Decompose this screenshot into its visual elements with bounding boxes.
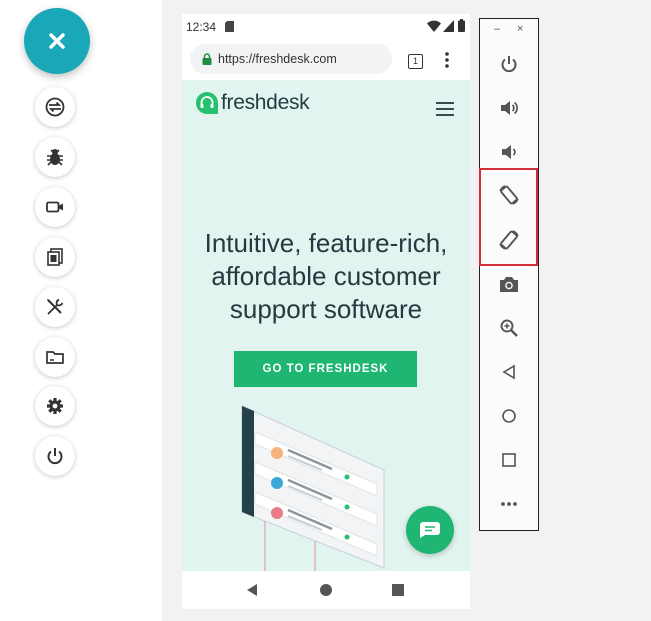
power-button[interactable] <box>35 436 75 476</box>
freshdesk-logo[interactable]: freshdesk <box>196 91 310 115</box>
close-button[interactable] <box>24 8 90 74</box>
power-icon <box>47 448 63 465</box>
bug-icon <box>47 149 63 166</box>
product-illustration <box>241 405 385 571</box>
browser-menu-icon[interactable] <box>445 52 449 68</box>
emulator-control-panel: – × <box>479 18 539 531</box>
file-manager-button[interactable] <box>35 337 75 377</box>
rotate-left-icon <box>499 185 519 205</box>
rotate-right-button[interactable] <box>494 225 524 255</box>
home-button[interactable] <box>494 401 524 431</box>
tool-sidebar <box>0 0 162 621</box>
overview-button[interactable] <box>494 445 524 475</box>
rotate-left-button[interactable] <box>494 180 524 210</box>
headline: Intuitive, feature-rich, affordable cust… <box>182 227 470 326</box>
chat-icon <box>420 522 440 538</box>
screenshot-button[interactable] <box>494 269 524 299</box>
battery-icon <box>458 19 465 32</box>
url-text: https://freshdesk.com <box>218 52 337 66</box>
nav-home-icon[interactable] <box>317 581 335 599</box>
volume-down-icon <box>502 145 516 159</box>
headline-line-1: Intuitive, feature-rich, <box>204 228 448 258</box>
status-bar: 12:34 <box>182 14 470 42</box>
status-time: 12:34 <box>186 20 217 34</box>
volume-up-button[interactable] <box>494 93 524 123</box>
brand-name: freshdesk <box>221 91 310 114</box>
overview-icon <box>502 453 516 467</box>
folder-icon <box>46 351 64 364</box>
power-icon <box>501 56 517 73</box>
lock-icon <box>202 53 212 65</box>
screen-mirror-icon <box>45 97 65 117</box>
headline-line-3: support software <box>229 294 423 324</box>
settings-button[interactable] <box>35 386 75 426</box>
zoom-icon <box>500 319 518 337</box>
record-video-button[interactable] <box>35 187 75 227</box>
close-icon <box>49 33 65 49</box>
rotate-right-icon <box>499 230 519 250</box>
hamburger-menu-icon[interactable] <box>436 102 454 116</box>
web-page: freshdesk Intuitive, feature-rich, affor… <box>182 80 470 571</box>
wifi-icon <box>427 20 441 32</box>
power-button[interactable] <box>494 49 524 79</box>
back-button[interactable] <box>494 357 524 387</box>
volume-up-icon <box>501 101 519 115</box>
android-nav-bar <box>182 571 470 609</box>
bug-report-button[interactable] <box>35 137 75 177</box>
minimize-button[interactable]: – <box>494 23 500 35</box>
nav-back-icon[interactable] <box>244 581 262 599</box>
gear-icon <box>47 398 63 414</box>
zoom-button[interactable] <box>494 313 524 343</box>
more-button[interactable] <box>494 489 524 519</box>
phone-screen[interactable]: 12:34 https://freshdesk.com 1 freshdesk … <box>182 14 470 609</box>
screenshots-icon <box>47 248 63 266</box>
screenshots-button[interactable] <box>35 237 75 277</box>
video-camera-icon <box>46 201 63 213</box>
tab-count-button[interactable]: 1 <box>408 54 423 69</box>
go-to-freshdesk-button[interactable]: GO TO FRESHDESK <box>234 351 417 387</box>
nav-overview-icon[interactable] <box>389 581 407 599</box>
sd-card-icon <box>225 21 234 32</box>
headset-logo-icon <box>196 92 218 114</box>
tools-button[interactable] <box>35 287 75 327</box>
home-icon <box>502 409 516 423</box>
headline-line-2: affordable customer <box>211 261 441 291</box>
tools-icon <box>47 298 64 315</box>
volume-down-button[interactable] <box>494 137 524 167</box>
more-icon <box>501 502 517 506</box>
screen-mirror-button[interactable] <box>35 87 75 127</box>
close-panel-button[interactable]: × <box>517 23 523 35</box>
url-bar[interactable]: https://freshdesk.com <box>190 44 392 74</box>
signal-icon <box>443 20 454 32</box>
chat-button[interactable] <box>406 506 454 554</box>
back-icon <box>502 364 515 380</box>
camera-icon <box>500 277 518 292</box>
